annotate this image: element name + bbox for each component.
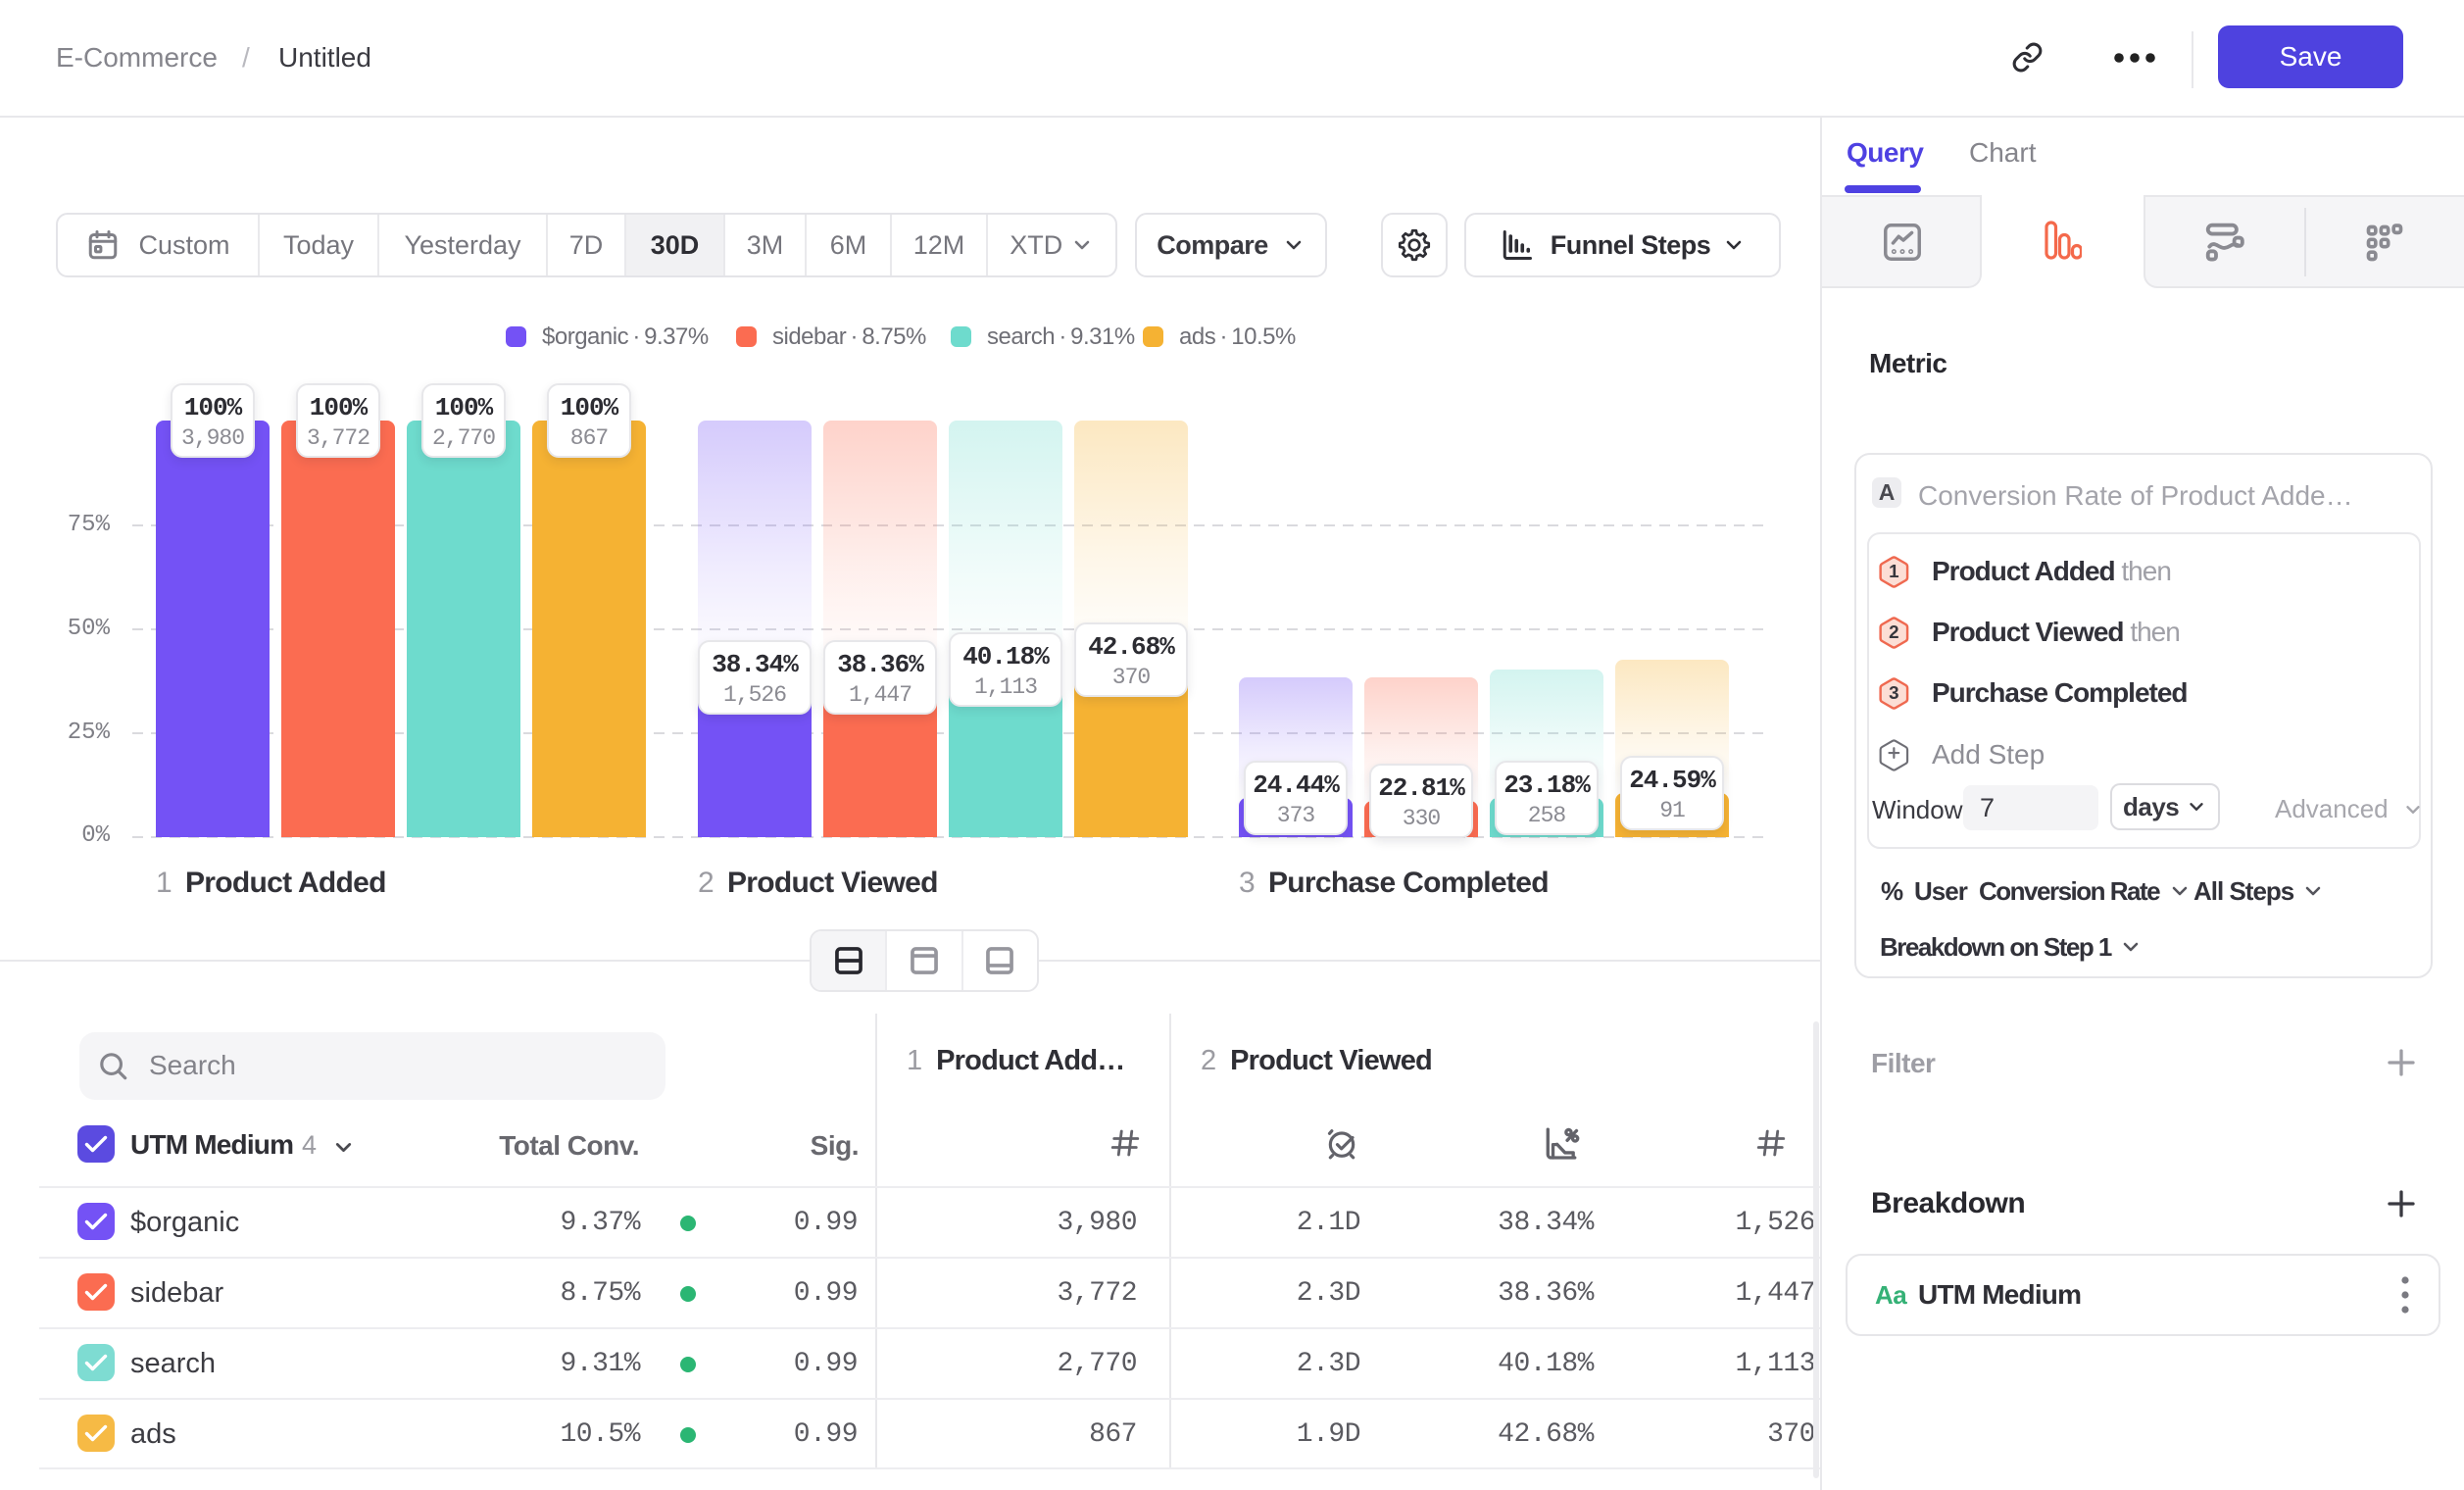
svg-text:3: 3 xyxy=(1889,682,1898,703)
svg-text:2: 2 xyxy=(1889,621,1898,642)
svg-text:1: 1 xyxy=(1889,561,1898,581)
